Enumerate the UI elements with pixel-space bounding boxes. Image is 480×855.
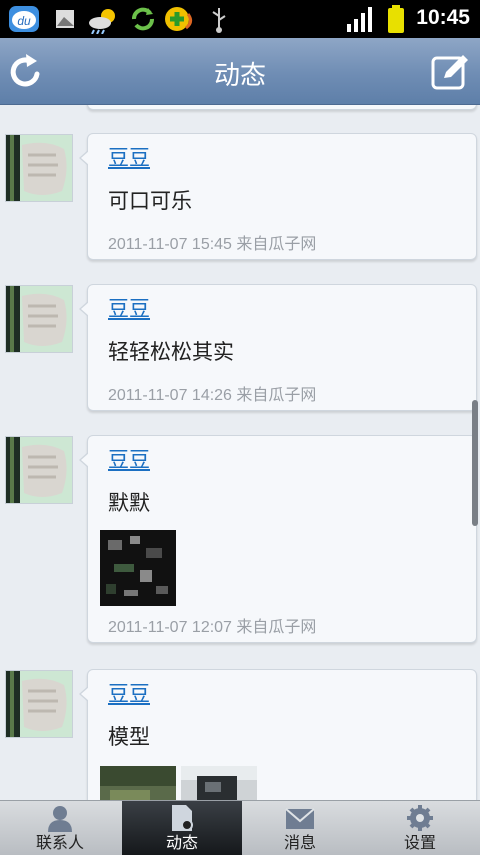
tab-contacts[interactable]: 联系人: [0, 801, 120, 855]
post-bubble: 豆豆 轻轻松松其实 2011-11-07 14:26 来自瓜子网: [79, 284, 477, 411]
post-text: 默默: [108, 491, 150, 515]
previous-item-bubble: [87, 105, 477, 110]
signal-icon: [347, 7, 372, 32]
svg-text:du: du: [17, 14, 31, 28]
feed-doc-icon: [172, 805, 193, 831]
contacts-icon: [48, 806, 72, 832]
scrollbar-thumb[interactable]: [472, 400, 478, 526]
status-time: 10:45: [416, 6, 470, 29]
post-text: 可口可乐: [108, 189, 192, 213]
usb-icon: [212, 8, 226, 33]
tab-label: 动态: [165, 833, 198, 852]
tab-label: 设置: [403, 833, 436, 852]
feed-list[interactable]: 豆豆 可口可乐 2011-11-07 15:45 来自瓜子网 豆豆 轻轻松松其实…: [0, 105, 480, 800]
image-notification-icon: [56, 10, 74, 28]
baidu-app-icon: du: [9, 6, 39, 32]
page-title: 动态: [213, 61, 266, 91]
post-bubble: 豆豆 默默 2011-11-07 12:07 来自瓜子网: [79, 435, 477, 643]
avatar[interactable]: [5, 285, 73, 353]
post-text: 模型: [108, 725, 150, 749]
post-bubble: 豆豆 可口可乐 2011-11-07 15:45 来自瓜子网: [79, 133, 477, 260]
weather-icon: [89, 9, 115, 34]
author-name-link[interactable]: 豆豆: [108, 444, 150, 474]
author-name-link[interactable]: 豆豆: [108, 293, 150, 323]
author-name-link[interactable]: 豆豆: [108, 678, 150, 708]
sync-icon: [132, 7, 154, 31]
tab-settings[interactable]: 设置: [360, 801, 480, 855]
avatar[interactable]: [5, 670, 73, 738]
tab-messages[interactable]: 消息: [240, 801, 360, 855]
post-meta: 2011-11-07 14:26 来自瓜子网: [108, 387, 317, 404]
status-bar: du 10:45: [0, 0, 480, 38]
tab-label: 消息: [283, 833, 316, 852]
title-bar: 动态: [0, 38, 480, 105]
avatar[interactable]: [5, 436, 73, 504]
security-app-icon: [165, 7, 193, 31]
envelope-icon: [285, 808, 315, 829]
compose-icon[interactable]: [430, 52, 470, 92]
post-bubble: 豆豆 模型: [79, 669, 477, 800]
post-image[interactable]: [100, 530, 176, 606]
post-image[interactable]: [181, 766, 257, 800]
gear-icon: [407, 805, 433, 831]
post-meta: 2011-11-07 12:07 来自瓜子网: [108, 619, 317, 636]
tab-label: 联系人: [35, 833, 84, 852]
post-meta: 2011-11-07 15:45 来自瓜子网: [108, 236, 317, 253]
bottom-tab-bar: 联系人 动态 消息 设置: [0, 800, 480, 855]
post-text: 轻轻松松其实: [108, 340, 234, 364]
battery-icon: [388, 5, 404, 33]
tab-feed[interactable]: 动态: [122, 801, 242, 855]
avatar[interactable]: [5, 134, 73, 202]
post-image[interactable]: [100, 766, 176, 800]
author-name-link[interactable]: 豆豆: [108, 142, 150, 172]
